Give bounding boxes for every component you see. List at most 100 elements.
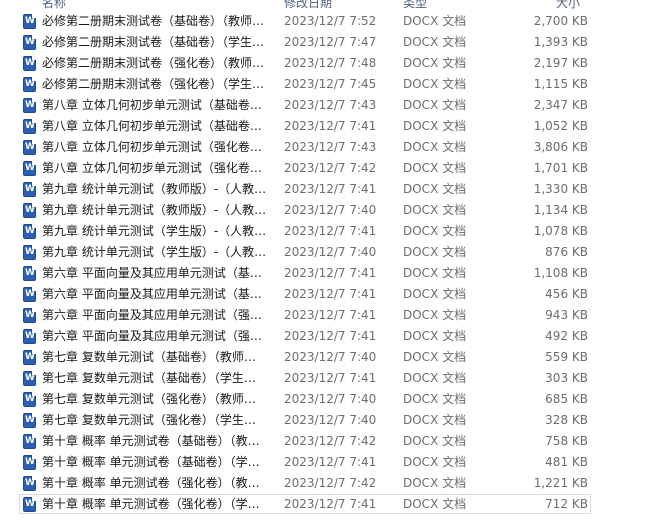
file-date: 2023/12/7 7:41 xyxy=(284,455,377,469)
column-header-type[interactable]: 类型 xyxy=(403,0,427,11)
file-name: 第六章 平面向量及其应用单元测试（基… xyxy=(42,287,262,301)
file-type: DOCX 文档 xyxy=(403,266,467,280)
file-name: 第八章 立体几何初步单元测试（基础卷… xyxy=(42,119,262,133)
file-name: 第六章 平面向量及其应用单元测试（强… xyxy=(42,308,262,322)
file-row[interactable]: 第十章 概率 单元测试卷（强化卷）（学… 2023/12/7 7:41 DOCX 文… xyxy=(0,494,650,515)
file-type: DOCX 文档 xyxy=(403,371,467,385)
file-name: 必修第二册期末测试卷（基础卷）（学生… xyxy=(42,35,265,49)
column-header: 名称 修改日期 类型 大小 xyxy=(0,0,650,10)
file-row[interactable]: 必修第二册期末测试卷（强化卷）（教师… 2023/12/7 7:48 DOCX 文档… xyxy=(0,53,650,74)
file-type: DOCX 文档 xyxy=(403,119,467,133)
file-row[interactable]: 第十章 概率 单元测试卷（基础卷）（学… 2023/12/7 7:41 DOCX 文… xyxy=(0,452,650,473)
file-row[interactable]: 第八章 立体几何初步单元测试（基础卷… 2023/12/7 7:41 DOCX 文档… xyxy=(0,116,650,137)
file-row[interactable]: 第六章 平面向量及其应用单元测试（强… 2023/12/7 7:41 DOCX 文档… xyxy=(0,326,650,347)
file-type: DOCX 文档 xyxy=(403,287,467,301)
file-row[interactable]: 第六章 平面向量及其应用单元测试（基… 2023/12/7 7:41 DOCX 文档… xyxy=(0,284,650,305)
word-document-icon xyxy=(23,140,36,155)
file-size: 1,701 KB xyxy=(533,161,588,175)
file-row[interactable]: 第九章 统计单元测试（学生版）-（人教… 2023/12/7 7:40 DOCX 文… xyxy=(0,242,650,263)
file-name: 必修第二册期末测试卷（强化卷）（学生… xyxy=(42,77,265,91)
file-name: 第九章 统计单元测试（学生版）-（人教… xyxy=(42,224,267,238)
file-date: 2023/12/7 7:41 xyxy=(284,287,377,301)
file-size: 1,108 KB xyxy=(533,266,588,280)
file-type: DOCX 文档 xyxy=(403,350,467,364)
word-document-icon xyxy=(23,119,36,134)
word-document-icon xyxy=(23,56,36,71)
file-type: DOCX 文档 xyxy=(403,14,467,28)
file-name: 第七章 复数单元测试（强化卷）（教师… xyxy=(42,392,256,406)
file-date: 2023/12/7 7:41 xyxy=(284,497,377,511)
file-row[interactable]: 第十章 概率 单元测试卷（强化卷）（教… 2023/12/7 7:42 DOCX 文… xyxy=(0,473,650,494)
word-document-icon xyxy=(23,14,36,29)
file-date: 2023/12/7 7:41 xyxy=(284,224,377,238)
file-row[interactable]: 第七章 复数单元测试（基础卷）（教师… 2023/12/7 7:40 DOCX 文档… xyxy=(0,347,650,368)
column-header-date[interactable]: 修改日期 xyxy=(284,0,332,11)
file-row[interactable]: 必修第二册期末测试卷（基础卷）（教师… 2023/12/7 7:52 DOCX 文档… xyxy=(0,11,650,32)
file-row[interactable]: 第八章 立体几何初步单元测试（强化卷… 2023/12/7 7:43 DOCX 文档… xyxy=(0,137,650,158)
column-header-name[interactable]: 名称 xyxy=(42,0,66,11)
file-size: 559 KB xyxy=(545,350,588,364)
file-size: 3,806 KB xyxy=(533,140,588,154)
file-date: 2023/12/7 7:40 xyxy=(284,392,377,406)
file-row[interactable]: 第七章 复数单元测试（强化卷）（教师… 2023/12/7 7:40 DOCX 文档… xyxy=(0,389,650,410)
file-type: DOCX 文档 xyxy=(403,224,467,238)
file-type: DOCX 文档 xyxy=(403,476,467,490)
file-name: 第十章 概率 单元测试卷（强化卷）（教… xyxy=(42,476,260,490)
file-size: 456 KB xyxy=(545,287,588,301)
file-date: 2023/12/7 7:42 xyxy=(284,434,377,448)
word-document-icon xyxy=(23,350,36,365)
file-size: 1,115 KB xyxy=(533,77,588,91)
file-name: 第八章 立体几何初步单元测试（基础卷… xyxy=(42,98,262,112)
file-row[interactable]: 第六章 平面向量及其应用单元测试（强… 2023/12/7 7:41 DOCX 文档… xyxy=(0,305,650,326)
file-type: DOCX 文档 xyxy=(403,455,467,469)
file-row[interactable]: 第九章 统计单元测试（教师版）-（人教… 2023/12/7 7:40 DOCX 文… xyxy=(0,200,650,221)
file-row[interactable]: 第七章 复数单元测试（强化卷）（学生… 2023/12/7 7:40 DOCX 文档… xyxy=(0,410,650,431)
file-date: 2023/12/7 7:41 xyxy=(284,182,377,196)
word-document-icon xyxy=(23,434,36,449)
word-document-icon xyxy=(23,455,36,470)
file-name: 第六章 平面向量及其应用单元测试（基… xyxy=(42,266,262,280)
file-type: DOCX 文档 xyxy=(403,434,467,448)
file-size: 303 KB xyxy=(545,371,588,385)
file-row[interactable]: 第九章 统计单元测试（教师版）-（人教… 2023/12/7 7:41 DOCX 文… xyxy=(0,179,650,200)
file-row[interactable]: 第九章 统计单元测试（学生版）-（人教… 2023/12/7 7:41 DOCX 文… xyxy=(0,221,650,242)
word-document-icon xyxy=(23,35,36,50)
word-document-icon xyxy=(23,308,36,323)
word-document-icon xyxy=(23,98,36,113)
file-date: 2023/12/7 7:40 xyxy=(284,350,377,364)
file-type: DOCX 文档 xyxy=(403,392,467,406)
file-row[interactable]: 第六章 平面向量及其应用单元测试（基… 2023/12/7 7:41 DOCX 文档… xyxy=(0,263,650,284)
file-name: 第七章 复数单元测试（基础卷）（教师… xyxy=(42,350,256,364)
word-document-icon xyxy=(23,413,36,428)
file-size: 1,134 KB xyxy=(533,203,588,217)
file-size: 1,221 KB xyxy=(533,476,588,490)
file-date: 2023/12/7 7:45 xyxy=(284,77,377,91)
file-type: DOCX 文档 xyxy=(403,77,467,91)
file-name: 必修第二册期末测试卷（基础卷）（教师… xyxy=(42,14,265,28)
file-size: 1,078 KB xyxy=(533,224,588,238)
file-date: 2023/12/7 7:41 xyxy=(284,371,377,385)
file-row[interactable]: 第七章 复数单元测试（基础卷）（学生… 2023/12/7 7:41 DOCX 文档… xyxy=(0,368,650,389)
file-size: 2,700 KB xyxy=(533,14,588,28)
file-row[interactable]: 第十章 概率 单元测试卷（基础卷）（教… 2023/12/7 7:42 DOCX 文… xyxy=(0,431,650,452)
file-date: 2023/12/7 7:52 xyxy=(284,14,377,28)
column-header-size[interactable]: 大小 xyxy=(556,0,580,11)
file-date: 2023/12/7 7:40 xyxy=(284,245,377,259)
file-size: 1,052 KB xyxy=(533,119,588,133)
file-name: 第八章 立体几何初步单元测试（强化卷… xyxy=(42,161,262,175)
file-type: DOCX 文档 xyxy=(403,140,467,154)
file-row[interactable]: 必修第二册期末测试卷（强化卷）（学生… 2023/12/7 7:45 DOCX 文档… xyxy=(0,74,650,95)
file-size: 685 KB xyxy=(545,392,588,406)
file-date: 2023/12/7 7:42 xyxy=(284,476,377,490)
file-name: 第六章 平面向量及其应用单元测试（强… xyxy=(42,329,262,343)
file-row[interactable]: 第八章 立体几何初步单元测试（基础卷… 2023/12/7 7:43 DOCX 文档… xyxy=(0,95,650,116)
file-type: DOCX 文档 xyxy=(403,98,467,112)
file-name: 第七章 复数单元测试（基础卷）（学生… xyxy=(42,371,256,385)
file-row[interactable]: 第八章 立体几何初步单元测试（强化卷… 2023/12/7 7:42 DOCX 文档… xyxy=(0,158,650,179)
file-type: DOCX 文档 xyxy=(403,497,467,511)
file-size: 481 KB xyxy=(545,455,588,469)
file-type: DOCX 文档 xyxy=(403,182,467,196)
file-name: 第九章 统计单元测试（学生版）-（人教… xyxy=(42,245,267,259)
file-row[interactable]: 必修第二册期末测试卷（基础卷）（学生… 2023/12/7 7:47 DOCX 文档… xyxy=(0,32,650,53)
file-size: 712 KB xyxy=(545,497,588,511)
